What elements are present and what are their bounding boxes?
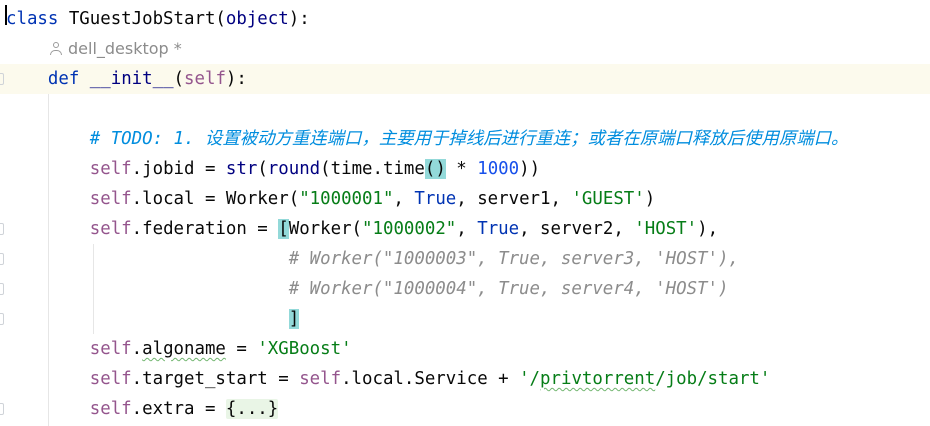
code-token: self: [184, 69, 226, 89]
code-token: '/: [519, 369, 541, 389]
code-token: )): [519, 159, 541, 179]
code-line[interactable]: def __init__(self):: [0, 64, 930, 94]
code-token: ):: [225, 69, 247, 89]
code-line[interactable]: # Worker("1000003", True, server3, 'HOST…: [0, 244, 930, 274]
code-token: algoname: [142, 339, 226, 359]
code-token: [: [278, 219, 289, 239]
code-line[interactable]: self.jobid = str(round(time.time() * 100…: [0, 154, 930, 184]
code-token: Worker(: [288, 219, 363, 239]
code-token: 'XGBoost': [257, 339, 352, 359]
code-token: /job/start': [655, 369, 771, 389]
code-text: def __init__(self):: [6, 64, 247, 94]
fold-gutter-icon[interactable]: [0, 403, 4, 415]
code-line[interactable]: self.extra = {...}: [0, 394, 930, 424]
code-token: "1000001": [299, 189, 394, 209]
code-line[interactable]: dell_desktop *: [0, 34, 930, 64]
code-token: "1000002": [362, 219, 457, 239]
code-text: self.target_start = self.local.Service +…: [6, 364, 771, 394]
code-token: def: [47, 69, 90, 89]
code-token: str: [225, 159, 258, 179]
code-text: self.extra = {...}: [6, 394, 279, 424]
code-token: self: [299, 369, 342, 389]
code-line[interactable]: class TGuestJobStart(object):: [0, 4, 930, 34]
code-line[interactable]: ]: [0, 304, 930, 334]
code-token: ),: [697, 219, 719, 239]
code-token: privtorrent: [540, 369, 656, 389]
fold-gutter-icon[interactable]: [0, 313, 4, 325]
fold-gutter-icon[interactable]: [0, 283, 4, 295]
code-token: 'GUEST': [571, 189, 645, 209]
code-token: ]: [288, 309, 300, 329]
code-token: round: [267, 159, 321, 179]
code-token: True: [414, 189, 457, 209]
code-token: self: [89, 369, 132, 389]
code-token: self: [89, 399, 132, 419]
fold-gutter-icon[interactable]: [0, 73, 4, 85]
code-text: self.jobid = str(round(time.time() * 100…: [6, 154, 540, 184]
code-token: .extra =: [131, 399, 226, 419]
code-token: ,: [456, 219, 478, 239]
code-text: self.federation = [Worker("1000002", Tru…: [6, 214, 718, 244]
code-text: self.local = Worker("1000001", True, ser…: [6, 184, 655, 214]
code-token: (): [424, 159, 446, 179]
code-token: *: [445, 159, 478, 179]
code-token: # Worker("1000004", True, server4, 'HOST…: [288, 279, 729, 299]
code-line[interactable]: self.algoname = 'XGBoost': [0, 334, 930, 364]
code-token: .jobid =: [131, 159, 226, 179]
code-text: # Worker("1000004", True, server4, 'HOST…: [6, 274, 729, 304]
code-token: ): [644, 189, 656, 209]
code-token: .: [131, 339, 143, 359]
code-token: ,: [393, 189, 415, 209]
code-text: self.algoname = 'XGBoost': [6, 334, 352, 364]
code-text: ]: [6, 304, 300, 334]
code-text: # TODO: 1. 设置被动方重连端口，主要用于掉线后进行重连；或者在原端口释…: [6, 124, 849, 154]
fold-gutter-icon[interactable]: [0, 223, 4, 235]
code-text: class TGuestJobStart(object):: [6, 4, 310, 34]
person-icon: [50, 41, 62, 55]
code-token: self: [89, 219, 132, 239]
code-token: (: [257, 159, 268, 179]
code-token: object: [225, 9, 289, 29]
code-token: class: [6, 9, 59, 29]
author-name: dell_desktop *: [68, 39, 182, 58]
code-token: self: [89, 339, 132, 359]
code-token: 'HOST': [634, 219, 698, 239]
author-inlay-hint[interactable]: dell_desktop *: [50, 34, 182, 64]
indent-guide: [93, 244, 94, 334]
code-token: , server1,: [456, 189, 572, 209]
code-token: , server2,: [519, 219, 635, 239]
fold-gutter-icon[interactable]: [0, 253, 4, 265]
code-line[interactable]: # TODO: 1. 设置被动方重连端口，主要用于掉线后进行重连；或者在原端口释…: [0, 124, 930, 154]
text-caret: [5, 5, 7, 25]
code-token: ):: [288, 9, 310, 29]
code-token: 1000: [477, 159, 520, 179]
code-token: __init__: [89, 69, 174, 89]
code-token: True: [477, 219, 520, 239]
code-token: self: [89, 159, 132, 179]
indent-guide: [48, 94, 49, 426]
code-token: (: [173, 69, 185, 89]
code-line[interactable]: self.target_start = self.local.Service +…: [0, 364, 930, 394]
code-line[interactable]: self.federation = [Worker("1000002", Tru…: [0, 214, 930, 244]
code-token: TGuestJobStart(: [58, 9, 226, 29]
code-token: self: [89, 189, 132, 209]
code-text: # Worker("1000003", True, server3, 'HOST…: [6, 244, 739, 274]
code-line[interactable]: [0, 94, 930, 124]
code-token: .local.Service +: [341, 369, 520, 389]
code-token: .local = Worker(: [131, 189, 300, 209]
code-line[interactable]: self.local = Worker("1000001", True, ser…: [0, 184, 930, 214]
code-token: # TODO: 1. 设置被动方重连端口，主要用于掉线后进行重连；或者在原端口释…: [89, 129, 849, 149]
code-line[interactable]: # Worker("1000004", True, server4, 'HOST…: [0, 274, 930, 304]
code-token: .federation =: [131, 219, 279, 239]
code-token: (time.time: [320, 159, 425, 179]
code-token: .target_start =: [131, 369, 300, 389]
folded-region-button[interactable]: {...}: [225, 399, 279, 419]
code-token: # Worker("1000003", True, server3, 'HOST…: [288, 249, 739, 269]
code-token: =: [225, 339, 258, 359]
